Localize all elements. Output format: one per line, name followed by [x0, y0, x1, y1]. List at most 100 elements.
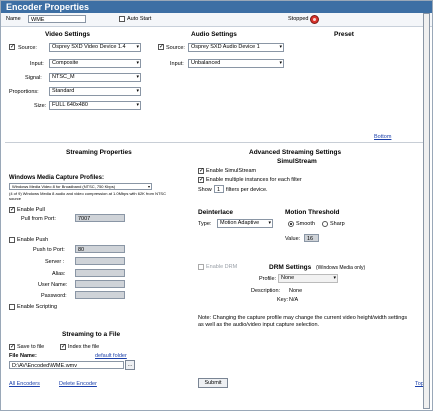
drm-settings-subtitle: (Windows Media only) — [316, 265, 366, 271]
video-source-checkbox[interactable]: ✓ — [9, 44, 15, 50]
name-input[interactable]: WME — [28, 15, 86, 23]
enable-push-label: Enable Push — [17, 237, 49, 243]
video-settings-heading: Video Settings — [45, 31, 91, 38]
threshold-value-label: Value: — [285, 236, 301, 242]
encoder-properties-panel: Encoder Properties Name WME Auto Start S… — [0, 0, 433, 411]
save-to-file-checkbox[interactable]: ✓ — [9, 344, 15, 350]
enable-multiple-label: Enable multiple instances for each filte… — [206, 177, 302, 183]
pull-port-input[interactable]: 7007 — [75, 214, 125, 222]
push-port-label: Push to Port: — [33, 247, 65, 253]
pull-port-label: Pull from Port: — [21, 216, 56, 222]
index-file-checkbox[interactable]: ✓ — [60, 344, 66, 350]
enable-multiple-checkbox[interactable]: ✓ — [198, 177, 204, 183]
video-size-select[interactable]: FULL 640x480 ▾ — [49, 101, 141, 110]
enable-scripting-label: Enable Scripting — [17, 304, 58, 310]
chevron-down-icon: ▾ — [136, 60, 139, 66]
default-folder-link[interactable]: default folder — [95, 353, 127, 359]
divider — [5, 142, 428, 143]
chevron-down-icon: ▾ — [136, 74, 139, 80]
chevron-down-icon: ▾ — [136, 44, 139, 50]
sharp-radio[interactable] — [322, 221, 328, 227]
vertical-scrollbar[interactable] — [423, 13, 430, 409]
enable-scripting-checkbox[interactable] — [9, 304, 15, 310]
chevron-down-icon: ▾ — [136, 88, 139, 94]
audio-input-select[interactable]: Unbalanced ▾ — [188, 59, 284, 68]
chevron-down-icon: ▾ — [279, 44, 282, 50]
all-encoders-link[interactable]: All Encoders — [9, 381, 40, 387]
enable-push-checkbox[interactable] — [9, 237, 15, 243]
streaming-to-file-heading: Streaming to a File — [62, 331, 121, 338]
index-file-label: Index the file — [68, 344, 100, 350]
capture-profile-note: Note: Changing the capture profile may c… — [198, 315, 408, 328]
video-input-select[interactable]: Composite ▾ — [49, 59, 141, 68]
drm-profile-label: Profile: — [259, 276, 277, 282]
alias-input[interactable] — [75, 269, 125, 277]
enable-simulstream-label: Enable SimulStream — [206, 168, 257, 174]
motion-threshold-heading: Motion Threshold — [285, 209, 340, 216]
drm-description-value: None — [289, 288, 303, 294]
audio-settings-heading: Audio Settings — [191, 31, 237, 38]
bottom-link[interactable]: Bottom — [374, 134, 391, 140]
encoder-name-bar: Name WME Auto Start Stopped — [1, 13, 432, 27]
enable-drm-checkbox[interactable] — [198, 264, 204, 270]
deinterlace-heading: Deinterlace — [198, 209, 234, 216]
chevron-down-icon: ▾ — [268, 220, 271, 226]
enable-drm-label: Enable DRM — [206, 264, 238, 270]
enable-simulstream-checkbox[interactable]: ✓ — [198, 168, 204, 174]
preset-heading: Preset — [334, 31, 354, 38]
drm-key-label: Key: — [277, 297, 289, 303]
user-name-input[interactable] — [75, 280, 125, 288]
capture-profile-select[interactable]: Windows Media Video 8 for Broadband (NTS… — [9, 183, 152, 190]
smooth-label: Smooth — [296, 221, 315, 227]
page-title: Encoder Properties — [6, 2, 90, 12]
audio-input-label: Input: — [170, 61, 184, 67]
video-proportions-label: Proportions: — [9, 89, 39, 95]
smooth-radio[interactable] — [288, 221, 294, 227]
auto-start-label: Auto Start — [127, 16, 152, 22]
capture-profile-description: (4 of 9) Windows Media 8 audio and video… — [9, 191, 166, 201]
enable-pull-checkbox[interactable]: ✓ — [9, 207, 15, 213]
audio-source-checkbox[interactable]: ✓ — [158, 44, 164, 50]
audio-source-select[interactable]: Osprey SXD Audio Device 1 ▾ — [188, 43, 284, 52]
file-name-input[interactable]: D:\AV\Encoded\WME.wmv — [9, 361, 124, 369]
title-bar: Encoder Properties — [1, 1, 432, 13]
server-label: Server : — [45, 259, 65, 265]
advanced-streaming-heading: Advanced Streaming Settings — [249, 149, 342, 156]
drm-profile-select[interactable]: None ▾ — [278, 274, 338, 283]
auto-start-checkbox[interactable] — [119, 16, 125, 22]
chevron-down-icon: ▾ — [333, 275, 336, 281]
server-input[interactable] — [75, 257, 125, 265]
drm-description-label: Description: — [251, 288, 281, 294]
password-input[interactable] — [75, 291, 125, 299]
record-status-icon[interactable] — [310, 15, 319, 24]
show-label: Show — [198, 187, 212, 193]
sharp-label: Sharp — [330, 221, 345, 227]
filters-suffix-label: filters per device. — [226, 187, 268, 193]
threshold-value-input[interactable]: 16 — [304, 234, 319, 242]
deinterlace-type-select[interactable]: Motion Adaptive ▾ — [217, 219, 273, 228]
simulstream-heading: SimulStream — [277, 158, 317, 165]
delete-encoder-link[interactable]: Delete Encoder — [59, 381, 97, 387]
chevron-down-icon: ▾ — [136, 102, 139, 108]
drm-key-value: N/A — [289, 297, 299, 303]
video-proportions-select[interactable]: Standard ▾ — [49, 87, 141, 96]
capture-profiles-label: Windows Media Capture Profiles: — [9, 175, 104, 181]
video-size-label: Size: — [34, 103, 47, 109]
submit-button[interactable]: Submit — [198, 378, 228, 388]
alias-label: Alias: — [52, 271, 66, 277]
video-source-select[interactable]: Osprey SXD Video Device 1.4 ▾ — [49, 43, 141, 52]
video-signal-select[interactable]: NTSC_M ▾ — [49, 73, 141, 82]
chevron-down-icon: ▾ — [147, 184, 150, 189]
video-source-label: Source: — [18, 45, 37, 51]
browse-button[interactable]: ... — [125, 360, 135, 370]
name-label: Name — [6, 16, 21, 22]
video-input-label: Input: — [30, 61, 44, 67]
audio-source-label: Source: — [166, 45, 185, 51]
drm-settings-heading: DRM Settings — [269, 264, 312, 271]
filters-count-input[interactable]: 1 — [214, 185, 224, 193]
user-name-label: User Name: — [38, 282, 68, 288]
status-label: Stopped — [288, 16, 309, 22]
push-port-input[interactable]: 80 — [75, 245, 125, 253]
enable-pull-label: Enable Pull — [17, 207, 45, 213]
video-signal-label: Signal: — [25, 75, 42, 81]
